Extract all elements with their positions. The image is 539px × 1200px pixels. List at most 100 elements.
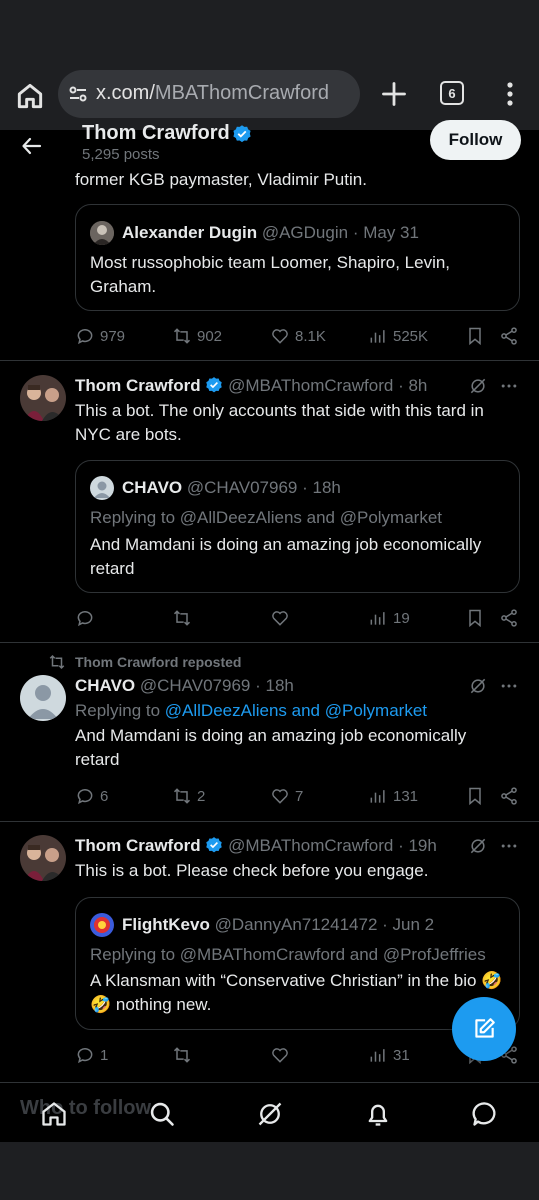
reply-icon (77, 611, 93, 627)
view-count: 19 (393, 609, 410, 627)
notifications-bell-icon[interactable] (364, 1100, 392, 1128)
reply-button[interactable]: 979 (75, 326, 125, 346)
url-host: x.com/ (96, 82, 155, 104)
quote-text-a: A Klansman with “Conservative Christian”… (90, 971, 477, 990)
url-path: MBAThomCrawford (154, 82, 330, 104)
quoted-tweet[interactable]: CHAVO @CHAV07969 · 18h Replying to @AllD… (75, 460, 520, 593)
new-tab-icon[interactable] (380, 80, 408, 108)
reply-count: 6 (100, 787, 109, 805)
more-horizontal-icon[interactable] (499, 676, 519, 696)
url-text: x.com/MBAThomCrawford (96, 82, 329, 105)
compose-button[interactable] (452, 997, 516, 1061)
home-icon[interactable] (40, 1100, 68, 1128)
verified-badge-icon (206, 377, 223, 393)
grok-icon[interactable] (468, 676, 488, 696)
grok-icon[interactable] (468, 836, 488, 856)
repost-button[interactable]: 2 (172, 786, 205, 806)
handle[interactable]: @MBAThomCrawford (228, 836, 393, 855)
views-icon (370, 612, 385, 625)
views-button[interactable]: 19 (368, 608, 410, 628)
repost-count: 902 (197, 327, 223, 345)
timestamp[interactable]: · 18h (302, 478, 341, 497)
replying-to: Replying to @AllDeezAliens and @Polymark… (75, 699, 427, 723)
views-button[interactable]: 525K (368, 326, 428, 346)
handle[interactable]: @CHAV07969 (187, 478, 298, 497)
avatar[interactable] (20, 675, 66, 721)
bookmark-icon[interactable] (465, 326, 485, 346)
view-count: 31 (393, 1046, 410, 1064)
repost-button[interactable] (172, 608, 197, 628)
timestamp[interactable]: · Jun 2 (382, 915, 434, 934)
more-horizontal-icon[interactable] (499, 836, 519, 856)
reply-button[interactable]: 1 (75, 1045, 108, 1065)
replying-targets-link[interactable]: @AllDeezAliens and @Polymarket (165, 701, 427, 720)
handle[interactable]: @DannyAn71241472 (215, 915, 378, 934)
share-icon[interactable] (499, 608, 519, 628)
bottom-navigation: Who to follow (0, 1082, 539, 1142)
views-icon (370, 330, 385, 343)
back-arrow-icon[interactable] (20, 134, 44, 158)
like-button[interactable]: 7 (270, 786, 303, 806)
tweet-header: CHAVO @CHAV07969 · 18h (75, 674, 294, 698)
reply-button[interactable] (75, 608, 100, 628)
home-icon[interactable] (14, 80, 46, 112)
search-icon[interactable] (148, 1100, 176, 1128)
avatar (90, 476, 114, 500)
bookmark-icon[interactable] (465, 608, 485, 628)
views-button[interactable]: 131 (368, 786, 418, 806)
messages-icon[interactable] (471, 1100, 499, 1128)
tweet-text: former KGB paymaster, Vladimir Putin. (75, 170, 367, 189)
display-name[interactable]: Thom Crawford (75, 376, 201, 395)
quote-header: CHAVO @CHAV07969 · 18h (122, 476, 341, 500)
more-horizontal-icon[interactable] (499, 376, 519, 396)
display-name[interactable]: CHAVO (122, 478, 182, 497)
tweet-text: This a bot. The only accounts that side … (75, 401, 484, 444)
display-name[interactable]: Thom Crawford (75, 836, 201, 855)
share-icon[interactable] (499, 326, 519, 346)
like-count: 7 (295, 787, 304, 805)
grok-icon[interactable] (256, 1100, 284, 1128)
handle[interactable]: @MBAThomCrawford (228, 376, 393, 395)
timestamp[interactable]: · 19h (398, 836, 437, 855)
views-button[interactable]: 31 (368, 1045, 410, 1065)
like-button[interactable] (270, 608, 295, 628)
quoted-tweet[interactable]: FlightKevo @DannyAn71241472 · Jun 2 Repl… (75, 897, 520, 1030)
tab-switcher-button[interactable]: 6 (440, 81, 464, 105)
quote-text: Most russophobic team Loomer, Shapiro, L… (90, 253, 451, 296)
heart-icon (272, 1048, 288, 1063)
replying-to: Replying to @MBAThomCrawford and @ProfJe… (90, 945, 486, 964)
display-name[interactable]: Alexander Dugin (122, 223, 257, 242)
repost-icon (173, 610, 191, 626)
reply-count: 1 (100, 1046, 109, 1064)
like-count: 8.1K (295, 327, 326, 345)
timestamp[interactable]: · May 31 (353, 223, 419, 242)
avatar[interactable] (20, 835, 66, 881)
handle[interactable]: @AGDugin (262, 223, 348, 242)
grok-icon[interactable] (468, 376, 488, 396)
views-icon (370, 790, 385, 803)
display-name[interactable]: FlightKevo (122, 915, 210, 934)
repost-button[interactable] (172, 1045, 197, 1065)
timestamp[interactable]: · 8h (398, 376, 427, 395)
reply-button[interactable]: 6 (75, 786, 108, 806)
repost-button[interactable]: 902 (172, 326, 222, 346)
follow-button[interactable]: Follow (430, 120, 521, 160)
heart-icon (272, 789, 288, 804)
like-button[interactable] (270, 1045, 295, 1065)
replying-prefix: Replying to (75, 701, 165, 720)
share-icon[interactable] (499, 786, 519, 806)
more-vertical-icon[interactable] (500, 80, 520, 108)
divider (0, 360, 539, 361)
site-settings-icon[interactable] (66, 82, 90, 106)
quoted-tweet[interactable]: Alexander Dugin @AGDugin · May 31 Most r… (75, 204, 520, 311)
handle[interactable]: @CHAV07969 (140, 676, 251, 695)
quote-header: Alexander Dugin @AGDugin · May 31 (122, 221, 419, 245)
quote-text: And Mamdani is doing an amazing job econ… (90, 535, 482, 578)
display-name[interactable]: CHAVO (75, 676, 135, 695)
repost-label[interactable]: Thom Crawford reposted (75, 650, 241, 674)
avatar[interactable] (20, 375, 66, 421)
address-bar[interactable]: x.com/MBAThomCrawford (58, 70, 360, 118)
like-button[interactable]: 8.1K (270, 326, 326, 346)
timestamp[interactable]: · 18h (255, 676, 294, 695)
bookmark-icon[interactable] (465, 786, 485, 806)
